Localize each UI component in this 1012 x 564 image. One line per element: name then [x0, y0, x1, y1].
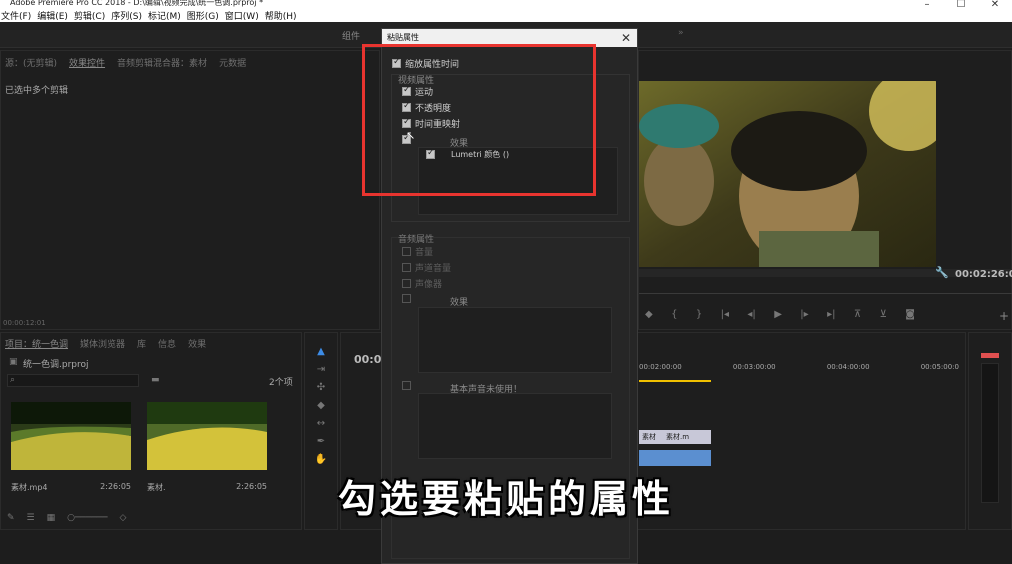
volume-checkbox[interactable]: 音量 — [402, 245, 433, 258]
peak-indicator — [981, 353, 999, 358]
camera-icon[interactable]: ◙ — [905, 309, 915, 320]
selection-tool-icon[interactable]: ▲ — [314, 345, 328, 357]
basic-sound-list — [418, 393, 612, 459]
razor-icon[interactable]: ◆ — [314, 399, 328, 411]
effect-controls-panel: 源：(无剪辑) 效果控件 音频剪辑混合器：素材 元数据 已选中多个剪辑 00:0… — [0, 50, 380, 330]
dialog-close-button[interactable]: ✕ — [621, 29, 631, 47]
transport-controls: ◆ { } |◂ ◂| ▶ |▸ ▸| ⊼ ⊻ ◙ — [645, 309, 915, 320]
extract-icon[interactable]: ⊻ — [880, 309, 887, 320]
menu-window[interactable]: 窗口(W) — [225, 9, 259, 22]
maximize-button[interactable]: ☐ — [944, 0, 978, 22]
checkbox-unchecked[interactable] — [402, 247, 411, 256]
track-select-icon[interactable]: ⇥ — [314, 363, 328, 375]
project-file-name: 统一色调.prproj — [23, 360, 89, 370]
menu-sequence[interactable]: 序列(S) — [111, 9, 142, 22]
pen-icon[interactable]: ✒ — [314, 435, 328, 447]
project-search-input[interactable]: ⌕ — [7, 374, 139, 387]
video-subtitle: 勾选要粘贴的属性 — [337, 477, 674, 521]
mark-in-icon[interactable]: { — [671, 309, 677, 320]
workspace-tab-assembly[interactable]: 组件 — [342, 29, 360, 42]
tab-info[interactable]: 信息 — [158, 337, 176, 350]
menu-edit[interactable]: 编辑(E) — [37, 9, 68, 22]
hand-icon[interactable]: ✋ — [314, 453, 328, 465]
ruler-label: 00:04:00:00 — [826, 363, 870, 371]
play-icon[interactable]: ▶ — [774, 309, 782, 320]
checkbox-unchecked[interactable] — [402, 263, 411, 272]
highlight-box — [362, 44, 596, 196]
clip-thumbnail — [147, 402, 267, 470]
ruler-label: 00:05:00:0 — [920, 363, 959, 371]
go-to-in-icon[interactable]: |◂ — [721, 309, 729, 320]
window-title: Adobe Premiere Pro CC 2018 - D:\编辑\视频完成\… — [0, 0, 1012, 8]
tab-project[interactable]: 项目：统一色调 — [5, 337, 68, 350]
tab-libraries[interactable]: 库 — [137, 337, 146, 350]
close-window-button[interactable]: ✕ — [978, 0, 1012, 22]
mark-out-icon[interactable]: } — [696, 309, 702, 320]
channel-volume-checkbox[interactable]: 声道音量 — [402, 261, 451, 274]
lift-icon[interactable]: ⊼ — [854, 309, 861, 320]
marker-icon[interactable]: ◆ — [645, 309, 653, 320]
menu-help[interactable]: 帮助(H) — [265, 9, 297, 22]
workspace-more-icon[interactable]: » — [678, 28, 684, 38]
project-panel-tabs: 项目：统一色调 媒体浏览器 库 信息 效果 — [1, 336, 301, 350]
ruler-label: 00:02:00:00 — [639, 363, 682, 371]
menu-bar: 文件(F) 编辑(E) 剪辑(C) 序列(S) 标记(M) 图形(G) 窗口(W… — [0, 8, 1012, 22]
work-area-bar[interactable] — [639, 380, 711, 382]
audio-effects-list — [418, 307, 612, 373]
menu-clip[interactable]: 剪辑(C) — [74, 9, 105, 22]
tab-effect-controls[interactable]: 效果控件 — [69, 56, 105, 69]
step-back-icon[interactable]: ◂| — [747, 309, 755, 320]
step-forward-icon[interactable]: |▸ — [800, 309, 808, 320]
program-video-frame — [639, 81, 936, 267]
panner-label: 声像器 — [415, 280, 443, 290]
wrench-icon[interactable]: 🔧 — [935, 266, 949, 279]
project-item-count: 2个项 — [269, 378, 293, 388]
effect-controls-timecode: 00:00:12:01 — [3, 319, 46, 327]
dialog-title: 粘贴属性 — [387, 33, 419, 42]
program-monitor: 🔧 00:02:26:05 ◆ { } |◂ ◂| ▶ |▸ ▸| ⊼ ⊻ ◙ … — [638, 50, 1012, 330]
new-bin-icon[interactable]: ▬ — [151, 375, 160, 385]
menu-file[interactable]: 文件(F) — [1, 9, 31, 22]
clip-label: 素材 — [642, 433, 656, 441]
channel-volume-label: 声道音量 — [415, 264, 452, 274]
monitor-ruler — [639, 293, 1012, 294]
checkbox-unchecked[interactable] — [402, 294, 411, 303]
program-timecode: 00:02:26:05 — [955, 269, 1012, 280]
go-to-out-icon[interactable]: ▸| — [827, 309, 835, 320]
checkbox-unchecked[interactable] — [402, 381, 411, 390]
panner-checkbox[interactable]: 声像器 — [402, 277, 442, 290]
ruler-label: 00:03:00:00 — [732, 363, 776, 371]
add-button-icon[interactable]: + — [999, 309, 1009, 323]
slip-icon[interactable]: ↔ — [314, 417, 328, 429]
search-icon: ⌕ — [10, 375, 16, 385]
tab-media-browser[interactable]: 媒体浏览器 — [80, 337, 125, 350]
clip-thumbnail — [11, 402, 131, 470]
selection-status: 已选中多个剪辑 — [5, 86, 69, 96]
tab-metadata[interactable]: 元数据 — [219, 56, 246, 69]
clip-label: 素材.m — [666, 433, 690, 441]
menu-marker[interactable]: 标记(M) — [148, 9, 181, 22]
basic-sound-checkbox[interactable] — [402, 381, 411, 390]
audio-clip[interactable] — [639, 450, 711, 466]
timeline-ruler: 00:02:00:00 00:03:00:00 00:04:00:00 00:0… — [639, 363, 959, 371]
left-panel-tabs: 源：(无剪辑) 效果控件 音频剪辑混合器：素材 元数据 — [1, 55, 379, 69]
tab-source[interactable]: 源：(无剪辑) — [5, 56, 57, 69]
checkbox-unchecked[interactable] — [402, 279, 411, 288]
project-folder-icon: ▣ — [9, 357, 18, 367]
window-controls: – ☐ ✕ — [910, 0, 1012, 22]
audio-effects-checkbox[interactable] — [402, 294, 411, 303]
volume-label: 音量 — [415, 248, 434, 258]
minimize-button[interactable]: – — [910, 0, 944, 22]
ripple-edit-icon[interactable]: ✣ — [314, 381, 328, 393]
tab-audio-mixer[interactable]: 音频剪辑混合器：素材 — [117, 56, 207, 69]
audio-section-label: 音频属性 — [398, 235, 435, 245]
video-clip[interactable]: 素材 素材.m — [639, 430, 711, 444]
menu-graphics[interactable]: 图形(G) — [187, 9, 219, 22]
tab-effects[interactable]: 效果 — [188, 337, 206, 350]
